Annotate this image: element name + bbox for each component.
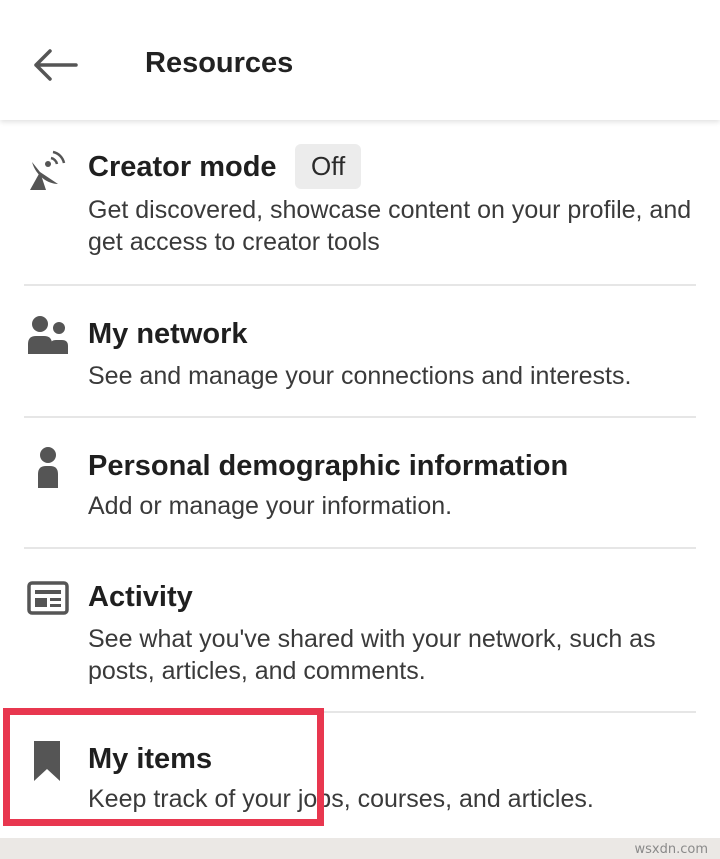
item-title: My network xyxy=(88,318,248,350)
item-title: Activity xyxy=(88,581,193,613)
watermark: wsxdn.com xyxy=(634,842,709,857)
person-icon xyxy=(26,446,70,490)
item-description: See and manage your connections and inte… xyxy=(88,362,632,390)
list-item-activity[interactable]: Activity See what you've shared with you… xyxy=(0,549,720,711)
bottom-bar xyxy=(0,838,720,859)
item-description: Add or manage your information. xyxy=(88,492,453,520)
page-title: Resources xyxy=(145,47,294,79)
satellite-dish-icon xyxy=(26,148,70,192)
arrow-left-icon xyxy=(34,49,78,81)
item-title: Personal demographic information xyxy=(88,450,569,482)
item-description: See what you've shared with your network… xyxy=(88,625,656,685)
list-item-my-network[interactable]: My network See and manage your connectio… xyxy=(0,286,720,416)
list-item-my-items[interactable]: My items Keep track of your jobs, course… xyxy=(0,713,720,838)
item-description: Get discovered, showcase content on your… xyxy=(88,196,692,256)
people-icon xyxy=(26,314,70,358)
item-description: Keep track of your jobs, courses, and ar… xyxy=(88,785,594,813)
creator-mode-status-badge: Off xyxy=(295,144,362,189)
item-title: My items xyxy=(88,743,213,775)
app-header: Resources xyxy=(0,0,720,120)
bookmark-icon xyxy=(26,739,70,783)
list-item-personal-demographic-information[interactable]: Personal demographic information Add or … xyxy=(0,418,720,548)
item-title: Creator mode xyxy=(88,151,277,183)
activity-feed-icon xyxy=(26,577,70,621)
back-button[interactable] xyxy=(30,42,80,88)
list-item-creator-mode[interactable]: Creator mode Off Get discovered, showcas… xyxy=(0,120,720,285)
